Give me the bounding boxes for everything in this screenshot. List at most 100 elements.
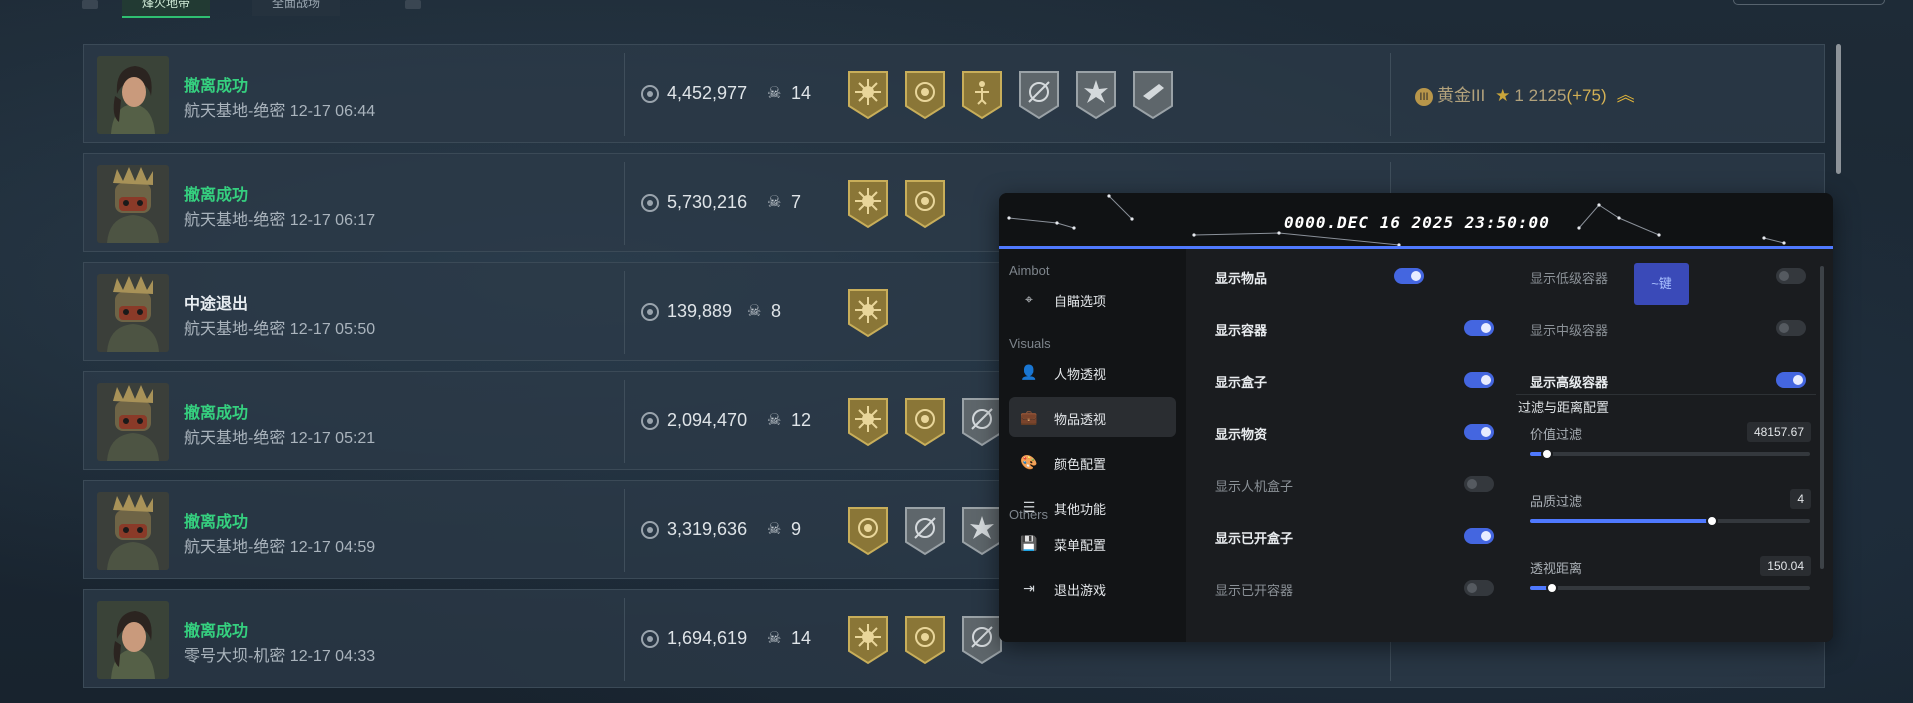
kill-count: 9: [791, 519, 802, 539]
badge-gold-sun-icon[interactable]: [846, 397, 890, 447]
menu-nav-label: 物品透视: [1054, 412, 1107, 427]
badge-grey-compass-icon[interactable]: [960, 615, 1004, 665]
toggle-knob: [1467, 479, 1477, 489]
badge-grey-compass-icon[interactable]: [903, 506, 947, 556]
slider-knob[interactable]: [1540, 448, 1553, 460]
slider-label: 品质过滤: [1530, 494, 1583, 509]
slider-fill: [1530, 519, 1712, 523]
option-label: 显示已开容器: [1215, 583, 1294, 598]
badge-grey-burst-icon[interactable]: [960, 506, 1004, 556]
map-time: 航天基地-绝密 12-17 05:21: [184, 424, 375, 448]
badge-gold-coin-icon[interactable]: [903, 615, 947, 665]
tab-other[interactable]: 全面战场: [252, 0, 341, 16]
match-time: 12-17 05:50: [289, 321, 376, 338]
option-toggle[interactable]: [1464, 476, 1494, 492]
top-tab-strip: 烽火地带 全面战场: [0, 0, 1913, 18]
option-label: 显示盒子: [1215, 375, 1268, 390]
hotkey-button[interactable]: ~键: [1634, 263, 1689, 305]
option-label: 显示已开盒子: [1215, 531, 1294, 546]
top-right-button[interactable]: [1733, 0, 1885, 5]
menu-content: ~键 显示物品 显示容器 显示盒子 显示物资 显示人机盒子 显示已开盒子 显示已开容器 显示低…: [1186, 249, 1833, 642]
prev-square-button[interactable]: [82, 0, 98, 9]
slider-value[interactable]: 4: [1790, 489, 1811, 509]
column-divider: [624, 162, 625, 245]
map-time: 零号大坝-机密 12-17 04:33: [184, 642, 375, 666]
rank-name: 黄金III: [1437, 86, 1486, 105]
badge-gold-coin-icon[interactable]: [903, 179, 947, 229]
coin-icon: [641, 630, 659, 648]
star-count: 1: [1514, 86, 1524, 105]
option-toggle[interactable]: [1776, 372, 1806, 388]
menu-nav-label: 自瞄选项: [1054, 294, 1107, 309]
slider-track[interactable]: [1530, 582, 1810, 594]
menu-section-label: Others: [1009, 507, 1049, 522]
slider-value[interactable]: 150.04: [1760, 556, 1811, 576]
menu-nav-item[interactable]: 💼 物品透视: [1009, 397, 1176, 437]
table-row[interactable]: 撤离成功 航天基地-绝密 12-17 06:44 4,452,977 ☠ 14 III 黄金…: [83, 44, 1825, 143]
toggle-knob: [1411, 271, 1421, 281]
badge-gold-coin-icon[interactable]: [903, 397, 947, 447]
option-label: 显示低级容器: [1530, 271, 1609, 286]
menu-section-label: Visuals: [1009, 336, 1051, 351]
badge-gold-sun-icon[interactable]: [846, 179, 890, 229]
menu-nav-item[interactable]: 👤 人物透视: [1009, 352, 1176, 392]
badge-grey-compass-icon[interactable]: [1017, 70, 1061, 120]
map-name: 航天基地-绝密: [184, 321, 286, 338]
option-label: 显示中级容器: [1530, 323, 1609, 338]
menu-nav-item[interactable]: 🎨 颜色配置: [1009, 442, 1176, 482]
kill-count: 7: [791, 192, 802, 212]
page-scrollbar[interactable]: [1836, 44, 1841, 174]
filter-section-title: 过滤与距离配置: [1518, 400, 1610, 415]
avatar: [97, 601, 169, 679]
briefcase-icon: 💼: [1020, 409, 1038, 425]
option-toggle[interactable]: [1394, 268, 1424, 284]
menu-nav-item[interactable]: ⌖ 自瞄选项: [1009, 279, 1176, 319]
slider-track[interactable]: [1530, 448, 1810, 460]
badge-grey-gun-icon[interactable]: [1131, 70, 1175, 120]
badge-gold-coin-icon[interactable]: [903, 70, 947, 120]
next-square-button[interactable]: [405, 0, 421, 9]
badge-gold-coin-icon[interactable]: [846, 506, 890, 556]
option-toggle[interactable]: [1776, 320, 1806, 336]
money-value: 2,094,470: [667, 410, 748, 430]
menu-nav-item[interactable]: 💾 菜单配置: [1009, 523, 1176, 563]
rank-delta: (+75): [1566, 86, 1607, 105]
skull-icon: ☠: [767, 412, 782, 429]
badge-gold-sun-icon[interactable]: [846, 288, 890, 338]
option-toggle[interactable]: [1464, 372, 1494, 388]
map-name: 航天基地-绝密: [184, 212, 286, 229]
slider-knob[interactable]: [1546, 582, 1559, 594]
money-value: 1,694,619: [667, 628, 748, 648]
option-toggle[interactable]: [1464, 424, 1494, 440]
option-toggle[interactable]: [1464, 320, 1494, 336]
result-label: 撤离成功: [184, 514, 249, 531]
map-time: 航天基地-绝密 12-17 04:59: [184, 533, 375, 557]
badge-gold-figure-icon[interactable]: [960, 70, 1004, 120]
menu-nav-item[interactable]: ⇥ 退出游戏: [1009, 568, 1176, 608]
content-scrollbar[interactable]: [1820, 266, 1824, 569]
menu-nav-label: 其他功能: [1054, 502, 1107, 517]
map-name: 航天基地-绝密: [184, 430, 286, 447]
slider-track[interactable]: [1530, 515, 1810, 527]
badge-grey-burst-icon[interactable]: [1074, 70, 1118, 120]
menu-nav-label: 菜单配置: [1054, 538, 1107, 553]
map-time: 航天基地-绝密 12-17 05:50: [184, 315, 375, 339]
option-toggle[interactable]: [1464, 580, 1494, 596]
badge-gold-sun-icon[interactable]: [846, 615, 890, 665]
badge-gold-sun-icon[interactable]: [846, 70, 890, 120]
menu-clock: 0000.DEC 16 2025 23:50:00: [1284, 213, 1550, 232]
option-toggle[interactable]: [1464, 528, 1494, 544]
badge-grey-compass-icon[interactable]: [960, 397, 1004, 447]
money-value: 3,319,636: [667, 519, 748, 539]
menu-section-label: Aimbot: [1009, 263, 1050, 278]
match-time: 12-17 05:21: [289, 430, 376, 447]
tab-active[interactable]: 烽火地带: [122, 0, 211, 18]
save-icon: 💾: [1020, 535, 1038, 551]
menu-nav-label: 颜色配置: [1054, 457, 1107, 472]
star-icon: ★: [1495, 86, 1511, 105]
toggle-knob: [1481, 375, 1491, 385]
slider-value[interactable]: 48157.67: [1746, 422, 1811, 442]
slider-knob[interactable]: [1706, 515, 1718, 527]
option-toggle[interactable]: [1776, 268, 1806, 284]
match-time: 12-17 04:59: [289, 539, 376, 556]
